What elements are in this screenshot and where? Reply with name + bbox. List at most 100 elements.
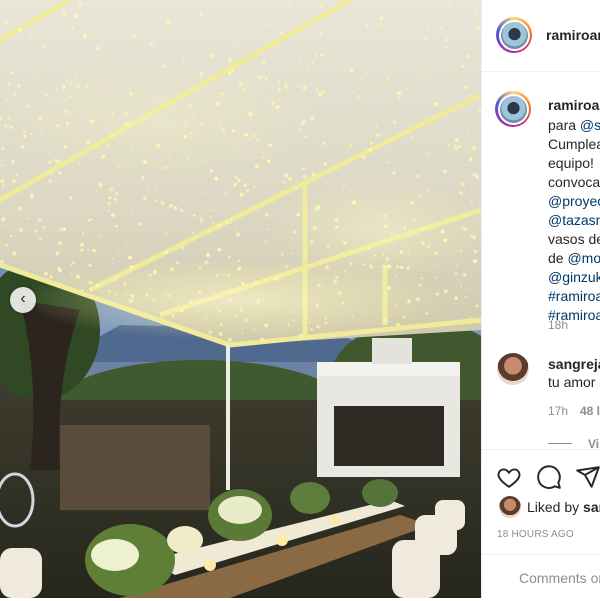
string-light [18,228,23,233]
string-light [280,31,284,35]
string-light [262,76,265,78]
string-light [470,7,472,9]
string-light [212,209,215,212]
string-light [205,252,211,258]
string-light [114,293,117,296]
string-light [304,135,308,139]
string-light [240,49,243,52]
string-light [176,261,180,265]
caption-line: de @mo [548,250,600,266]
string-light [125,111,129,115]
commenter-username[interactable]: sangreja [548,356,600,372]
string-light [320,53,324,58]
commenter-avatar[interactable] [497,353,529,385]
string-light [38,70,41,73]
liked-by-text: Liked by san [527,499,600,515]
liked-by-avatar[interactable] [499,496,521,518]
caption-line: Cumplea [548,136,600,152]
string-light [181,59,185,63]
string-light [76,84,81,89]
string-light [3,123,8,128]
caption-hashtag[interactable]: #ramiroa [548,287,600,306]
string-light [39,238,42,241]
string-light [328,168,331,171]
string-light [173,206,178,210]
string-light [253,186,255,189]
heart-icon[interactable] [496,464,522,490]
string-light [165,20,171,25]
string-light [71,25,75,29]
string-light [73,202,76,205]
string-light [204,260,209,265]
string-light [106,143,109,147]
caption-mention[interactable]: @proyec [548,192,600,211]
string-light [302,85,307,91]
string-light [462,272,467,277]
string-light [382,254,384,256]
string-light [85,83,90,88]
string-light [310,240,314,245]
string-light [284,85,289,89]
string-light [113,278,117,282]
string-light [386,78,389,81]
string-light [21,145,25,149]
string-light [82,232,84,235]
string-light [454,146,459,150]
author-username[interactable]: ramiroar [546,27,600,43]
string-light [314,10,316,12]
string-light [397,91,402,96]
caption-line: para @sa [548,117,600,133]
string-light [298,59,302,63]
string-light [248,111,253,116]
string-light [156,143,161,148]
caption-avatar[interactable] [495,91,531,127]
liked-by-user[interactable]: san [583,499,600,515]
string-light [198,266,202,270]
string-light [171,314,175,317]
string-light [78,162,81,165]
string-light [108,196,112,200]
string-light [415,174,419,178]
post-timestamp[interactable]: 18 HOURS AGO [497,529,574,540]
caption-time[interactable]: 18h [548,318,568,332]
string-light [385,257,389,261]
string-light [323,162,327,166]
string-light [262,156,265,159]
string-light [38,116,42,121]
caption-mention[interactable]: @ginzuk [548,268,600,287]
previous-photo-button[interactable]: ‹ [10,287,36,313]
string-light [398,96,401,100]
string-light [324,321,328,324]
caption-mention[interactable]: @tazasm [548,211,600,230]
string-light [227,255,231,259]
string-light [426,153,429,156]
string-light [227,337,232,342]
string-light [5,243,8,247]
string-light [37,218,42,222]
string-light [434,251,439,256]
add-comment-input[interactable] [517,569,600,587]
comment-bubble-icon[interactable] [536,464,562,490]
string-light [242,283,245,286]
string-light [447,143,451,147]
paper-plane-icon[interactable] [575,464,600,490]
string-light [422,228,425,231]
string-light [265,23,269,27]
string-light [152,298,155,301]
string-light [14,173,19,178]
caption-username[interactable]: ramiroar [548,97,600,113]
string-light [64,99,67,103]
string-light [395,274,398,277]
string-light [180,245,185,250]
author-avatar[interactable] [496,17,532,53]
string-light [217,247,222,252]
string-light [166,18,169,21]
string-light [440,229,445,234]
string-light [321,90,325,94]
comment-time[interactable]: 17h [548,404,568,418]
comment-likes[interactable]: 48 l [580,404,600,418]
string-light [192,214,196,217]
string-light [282,181,285,184]
string-light [82,34,87,39]
string-light [237,178,241,182]
